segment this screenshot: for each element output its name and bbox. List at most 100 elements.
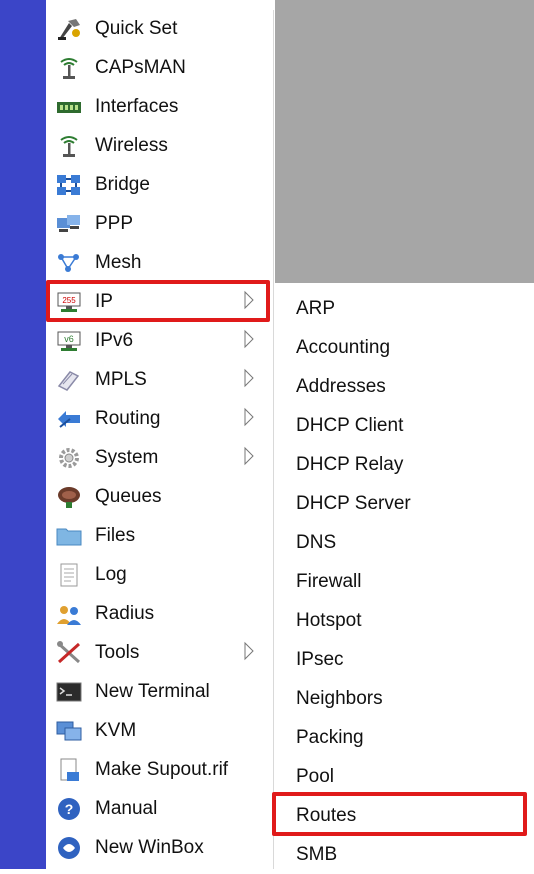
ppp-icon <box>56 212 82 236</box>
submenu-item-packing[interactable]: Packing <box>275 718 534 757</box>
submenu-item-pool[interactable]: Pool <box>275 757 534 796</box>
tools-icon <box>56 641 82 665</box>
submenu-item-label: Packing <box>296 726 364 748</box>
menu-item-label: Wireless <box>95 135 168 156</box>
submenu-item-accounting[interactable]: Accounting <box>275 328 534 367</box>
menu-item-label: Radius <box>95 603 155 624</box>
menu-item-label: Manual <box>95 798 158 819</box>
ip-submenu: ARP Accounting Addresses DHCP Client DHC… <box>275 287 534 869</box>
menu-item-label: KVM <box>95 720 137 741</box>
menu-item-new-terminal[interactable]: New Terminal <box>46 673 273 711</box>
menu-item-label: MPLS <box>95 369 147 390</box>
submenu-arrow-icon <box>243 329 255 349</box>
menu-item-quick-set[interactable]: Quick Set <box>46 10 273 48</box>
submenu-item-label: Pool <box>296 765 335 787</box>
menu-item-mesh[interactable]: Mesh <box>46 244 273 282</box>
help-icon: ? <box>56 797 82 821</box>
submenu-item-neighbors[interactable]: Neighbors <box>275 679 534 718</box>
menu-item-queues[interactable]: Queues <box>46 478 273 516</box>
menu-item-label: IPv6 <box>95 330 134 351</box>
highlight-routes <box>272 792 527 836</box>
menu-item-routing[interactable]: Routing <box>46 400 273 438</box>
mesh-icon <box>56 251 82 275</box>
menu-item-bridge[interactable]: Bridge <box>46 166 273 204</box>
terminal-icon <box>56 680 82 704</box>
routing-icon <box>56 407 82 431</box>
menu-item-label: Bridge <box>95 174 150 195</box>
mpls-icon <box>56 368 82 392</box>
menu-item-ppp[interactable]: PPP <box>46 205 273 243</box>
kvm-icon <box>56 719 82 743</box>
menu-item-system[interactable]: System <box>46 439 273 477</box>
svg-text:?: ? <box>65 801 74 817</box>
submenu-item-smb[interactable]: SMB <box>275 835 534 874</box>
svg-text:v6: v6 <box>64 334 74 344</box>
menu-item-make-supout[interactable]: Make Supout.rif <box>46 751 273 789</box>
menu-item-mpls[interactable]: MPLS <box>46 361 273 399</box>
submenu-item-ipsec[interactable]: IPsec <box>275 640 534 679</box>
menu-item-label: Routing <box>95 408 161 429</box>
menu-item-label: Tools <box>95 642 140 663</box>
submenu-item-label: DHCP Relay <box>296 453 404 475</box>
menu-item-label: Log <box>95 564 127 585</box>
menu-item-ipv6[interactable]: v6 IPv6 <box>46 322 273 360</box>
submenu-item-dns[interactable]: DNS <box>275 523 534 562</box>
bridge-icon <box>56 173 82 197</box>
submenu-arrow-icon <box>243 407 255 427</box>
submenu-item-label: IPsec <box>296 648 344 670</box>
menu-item-log[interactable]: Log <box>46 556 273 594</box>
submenu-arrow-icon <box>243 641 255 661</box>
interfaces-icon <box>56 95 82 119</box>
submenu-item-dhcp-client[interactable]: DHCP Client <box>275 406 534 445</box>
menu-item-radius[interactable]: Radius <box>46 595 273 633</box>
menu-item-capsman[interactable]: CAPsMAN <box>46 49 273 87</box>
menu-item-label: Files <box>95 525 136 546</box>
wireless-icon <box>56 134 82 158</box>
winbox-window: Quick Set CAPsMAN Interfaces Wireless Br… <box>0 0 534 869</box>
submenu-item-arp[interactable]: ARP <box>275 289 534 328</box>
submenu-arrow-icon <box>243 446 255 466</box>
menu-item-label: Quick Set <box>95 18 178 39</box>
submenu-item-label: Hotspot <box>296 609 362 631</box>
gear-icon <box>56 446 82 470</box>
menu-item-label: Mesh <box>95 252 142 273</box>
document-icon <box>56 758 82 782</box>
submenu-item-label: SMB <box>296 843 338 865</box>
submenu-arrow-icon <box>243 368 255 388</box>
menu-item-files[interactable]: Files <box>46 517 273 555</box>
menu-item-manual[interactable]: ? Manual <box>46 790 273 828</box>
menu-item-kvm[interactable]: KVM <box>46 712 273 750</box>
submenu-item-label: Firewall <box>296 570 362 592</box>
menu-item-tools[interactable]: Tools <box>46 634 273 672</box>
main-menu: Quick Set CAPsMAN Interfaces Wireless Br… <box>46 10 274 869</box>
submenu-item-dhcp-server[interactable]: DHCP Server <box>275 484 534 523</box>
winbox-icon <box>56 836 82 860</box>
submenu-item-addresses[interactable]: Addresses <box>275 367 534 406</box>
users-icon <box>56 602 82 626</box>
menu-item-new-winbox[interactable]: New WinBox <box>46 829 273 867</box>
menu-item-wireless[interactable]: Wireless <box>46 127 273 165</box>
submenu-item-hotspot[interactable]: Hotspot <box>275 601 534 640</box>
queues-icon <box>56 485 82 509</box>
menu-item-label: New Terminal <box>95 681 210 702</box>
menu-item-label: New WinBox <box>95 837 204 858</box>
submenu-item-label: Addresses <box>296 375 386 397</box>
submenu-item-firewall[interactable]: Firewall <box>275 562 534 601</box>
highlight-ip <box>46 280 270 322</box>
quick-set-icon <box>56 17 82 41</box>
submenu-item-label: DNS <box>296 531 337 553</box>
menu-item-label: Interfaces <box>95 96 179 117</box>
submenu-item-label: DHCP Server <box>296 492 411 514</box>
menu-item-label: CAPsMAN <box>95 57 186 78</box>
ipv6-icon: v6 <box>56 329 82 353</box>
menu-item-label: Make Supout.rif <box>95 759 229 780</box>
submenu-item-label: Accounting <box>296 336 391 358</box>
submenu-item-label: ARP <box>296 297 336 319</box>
window-side-strip <box>0 0 46 869</box>
menu-item-interfaces[interactable]: Interfaces <box>46 88 273 126</box>
menu-item-label: Queues <box>95 486 162 507</box>
submenu-item-dhcp-relay[interactable]: DHCP Relay <box>275 445 534 484</box>
submenu-item-label: DHCP Client <box>296 414 404 436</box>
menu-item-label: System <box>95 447 159 468</box>
menu-item-label: PPP <box>95 213 134 234</box>
